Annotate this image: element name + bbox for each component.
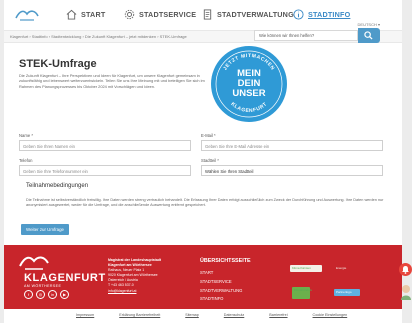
- youtube-icon[interactable]: ▶: [60, 290, 69, 299]
- partner-logo[interactable]: Klimabündnis: [292, 287, 312, 299]
- sitemap-link[interactable]: Sitemap: [185, 313, 199, 317]
- notification-bell-button[interactable]: [399, 263, 412, 276]
- nav-stadtverwaltung[interactable]: STADTVERWALTUNG: [202, 9, 294, 20]
- cookie-settings-link[interactable]: Cookie Einstellungen: [313, 313, 348, 317]
- accessibility-statement-link[interactable]: Erklärung Barrierefreiheit: [119, 313, 160, 317]
- linkedin-icon[interactable]: in: [48, 290, 57, 299]
- breadcrumb[interactable]: Klagenfurt › Stadtinfo › Stadtentwicklun…: [10, 34, 187, 39]
- page: START STADTSERVICE STADTVERWALTUNG STADT…: [4, 0, 402, 323]
- impressum-link[interactable]: Impressum: [76, 313, 94, 317]
- overview-link-stadtverwaltung[interactable]: STADTVERWALTUNG: [200, 287, 242, 296]
- overview-title: ÜBERSICHTSSEITE: [200, 258, 251, 264]
- partner-logo[interactable]: Energie: [334, 265, 368, 272]
- mein-dein-unser-badge: JETZT MITMACHEN MEIN DEIN UNSER KLAGENFU…: [211, 46, 287, 122]
- search-button[interactable]: [358, 28, 380, 43]
- bottom-bar: Impressum Erklärung Barrierefreiheit Sit…: [4, 309, 402, 323]
- conditions-text: Die Teilnahme ist selbstverständlich fre…: [26, 198, 384, 208]
- intro-text: Die Zukunft Klagenfurt – Ihre Perspektiv…: [19, 73, 205, 89]
- nav-stadtservice-label: STADTSERVICE: [139, 10, 197, 19]
- nav-stadtinfo-label: STADTINFO: [308, 10, 351, 19]
- name-field[interactable]: Geben Sie Ihren Namen ein: [19, 140, 191, 151]
- partner-logo[interactable]: Klima Kärnten: [290, 265, 322, 272]
- phone-field[interactable]: Geben Sie Ihre Telefonnummer ein: [19, 165, 191, 176]
- overview-link-stadtinfo[interactable]: STADTINFO: [200, 295, 242, 304]
- badge-line-unser: UNSER: [232, 88, 265, 99]
- privacy-link[interactable]: Datenschutz: [224, 313, 245, 317]
- continue-survey-button[interactable]: Weiter zur Umfrage: [21, 224, 69, 235]
- footer-city-name: KLAGENFURT: [24, 272, 106, 284]
- instagram-icon[interactable]: ◎: [36, 290, 45, 299]
- email-field[interactable]: Geben Sie Ihre E-Mail Adresse ein: [201, 140, 383, 151]
- page-title: STEK-Umfrage: [19, 58, 97, 70]
- partner-logos: Klima Kärnten Energie Klimabündnis Partn…: [290, 253, 390, 303]
- district-select[interactable]: Wählen Sie Ihren Stadtteil: [201, 165, 383, 176]
- dragon-logo-icon[interactable]: [17, 253, 51, 271]
- email-link[interactable]: info@klagenfurt.at: [108, 289, 161, 294]
- phone-label: Telefon: [19, 158, 33, 163]
- overview-list: START STADTSERVICE STADTVERWALTUNG STADT…: [200, 269, 242, 304]
- dragon-logo-icon[interactable]: [14, 8, 40, 22]
- info-icon: [293, 9, 304, 20]
- search-icon: [364, 31, 373, 40]
- partner-logo[interactable]: Partnerlogo: [334, 289, 360, 296]
- nav-stadtinfo[interactable]: STADTINFO: [293, 9, 350, 20]
- nav-start[interactable]: START: [66, 9, 105, 20]
- conditions-title: Teilnahmebedingungen: [26, 183, 89, 189]
- bottom-links: Impressum Erklärung Barrierefreiheit Sit…: [76, 313, 347, 317]
- district-label: Stadtteil *: [201, 158, 219, 163]
- nav-start-label: START: [81, 10, 106, 19]
- footer-city-sub: AM WÖRTHERSEE: [24, 284, 62, 288]
- nav-stadtverwaltung-label: STADTVERWALTUNG: [217, 10, 294, 19]
- name-label: Name *: [19, 133, 33, 138]
- home-icon: [66, 9, 77, 20]
- document-icon: [203, 9, 212, 20]
- facebook-icon[interactable]: f: [24, 290, 33, 299]
- footer-address: Magistrat der Landeshauptstadt Klagenfur…: [108, 258, 161, 294]
- overview-link-start[interactable]: START: [200, 269, 242, 278]
- overview-link-stadtservice[interactable]: STADTSERVICE: [200, 278, 242, 287]
- social-links: f ◎ in ▶: [24, 290, 69, 299]
- footer: KLAGENFURT AM WÖRTHERSEE f ◎ in ▶ Magist…: [4, 245, 402, 309]
- chat-assistant-avatar-icon[interactable]: [400, 283, 412, 301]
- barrierefrei-link[interactable]: Barrierefrei: [269, 313, 287, 317]
- bell-icon: [402, 266, 409, 274]
- top-navigation: START STADTSERVICE STADTVERWALTUNG STADT…: [4, 0, 402, 30]
- search-input[interactable]: Wie können wir Ihnen helfen?: [254, 30, 358, 41]
- gear-icon: [124, 9, 135, 20]
- email-label: E-Mail *: [201, 133, 216, 138]
- nav-stadtservice[interactable]: STADTSERVICE: [124, 9, 196, 20]
- language-selector[interactable]: DEUTSCH ▾: [358, 22, 380, 27]
